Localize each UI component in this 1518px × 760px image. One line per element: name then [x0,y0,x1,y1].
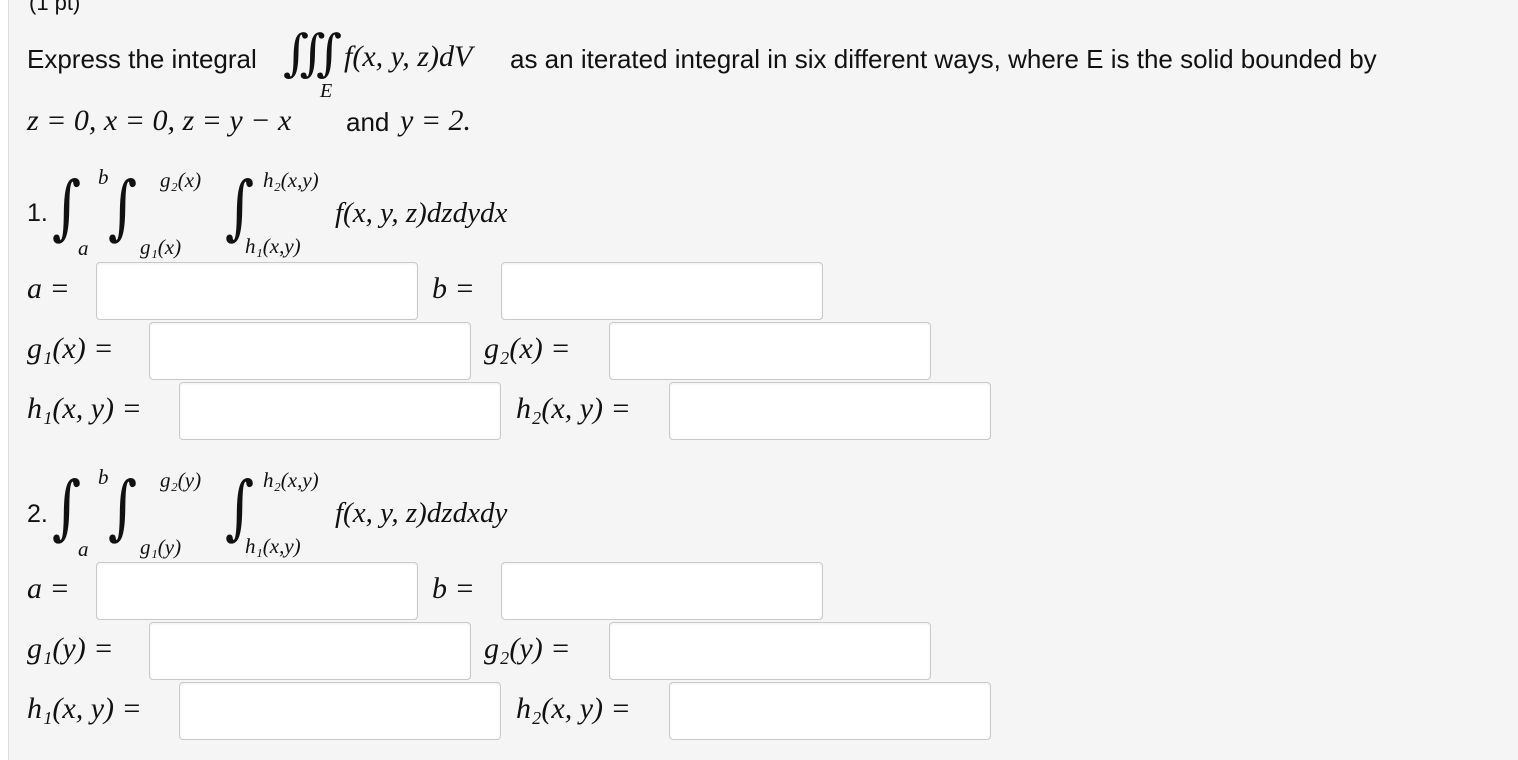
label-h2: h₂(x, y) = [516,392,631,425]
g2-input[interactable] [609,322,931,380]
outer-lower-limit: a [78,537,89,561]
b-input[interactable] [501,562,823,620]
triple-integral-icon: ∭ [283,24,342,82]
h1-input[interactable] [179,682,501,740]
middle-lower-limit: g₁(y) [140,535,182,559]
prompt-and: and [346,107,390,137]
label-a: a = [27,272,70,305]
bounding-equation-y: y = 2. [400,104,472,137]
prompt-text-before: Express the integral [27,44,257,74]
integral-sign-icon: ∫ [52,466,82,548]
region-subscript: E [320,80,333,102]
label-g2: g₂(x) = [484,332,571,365]
label-h2: h₂(x, y) = [516,692,631,725]
points-label: (1 pt) [29,0,81,15]
problem-number: 1. [27,199,48,227]
g1-input[interactable] [149,322,471,380]
g1-input[interactable] [149,622,471,680]
label-b: b = [432,272,475,305]
b-input[interactable] [501,262,823,320]
integral-sign-icon: ∫ [108,466,138,548]
label-g2: g₂(y) = [484,632,571,665]
a-input[interactable] [96,262,418,320]
label-a: a = [27,572,70,605]
h1-input[interactable] [179,382,501,440]
g2-input[interactable] [609,622,931,680]
integral-sign-icon: ∫ [225,166,255,248]
h2-input[interactable] [669,382,991,440]
middle-lower-limit: g₁(x) [140,235,182,259]
inner-upper-limit: h₂(x,y) [263,468,319,492]
label-h1: h₁(x, y) = [27,692,142,725]
integral-sign-icon: ∫ [52,166,82,248]
label-b: b = [432,572,475,605]
inner-upper-limit: h₂(x,y) [263,168,319,192]
h2-input[interactable] [669,682,991,740]
outer-upper-limit: b [98,465,109,489]
outer-upper-limit: b [98,165,109,189]
label-g1: g₁(x) = [27,332,114,365]
inner-lower-limit: h₁(x,y) [245,534,301,558]
iterated-integrand: f(x, y, z)dzdydx [335,197,508,229]
middle-upper-limit: g₂(y) [160,468,202,492]
prompt-text-after: as an iterated integral in six different… [510,44,1377,74]
inner-lower-limit: h₁(x,y) [245,234,301,258]
outer-lower-limit: a [78,236,89,260]
bounding-equations: z = 0, x = 0, z = y − x [27,104,292,137]
integral-sign-icon: ∫ [225,466,255,548]
prompt-integrand: f(x, y, z)dV [344,40,473,73]
a-input[interactable] [96,562,418,620]
integral-sign-icon: ∫ [108,166,138,248]
label-g1: g₁(y) = [27,632,114,665]
problem-number: 2. [27,500,48,528]
label-h1: h₁(x, y) = [27,392,142,425]
iterated-integrand: f(x, y, z)dzdxdy [335,497,508,529]
middle-upper-limit: g₂(x) [160,168,202,192]
